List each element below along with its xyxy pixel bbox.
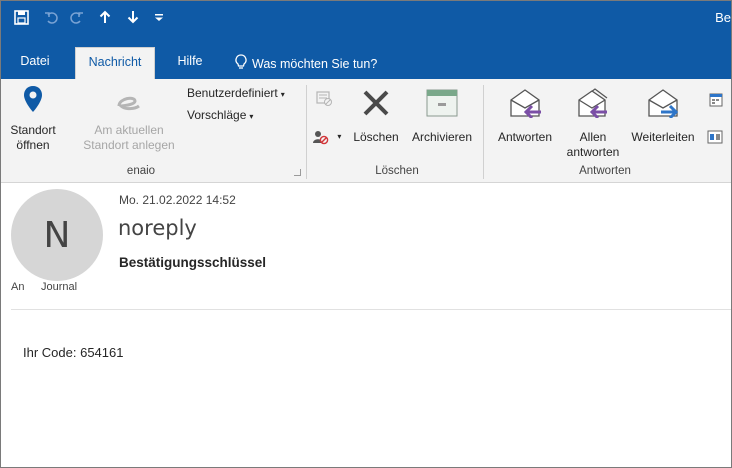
ignore-button[interactable] — [313, 89, 335, 111]
junk-button[interactable]: ▾ — [312, 129, 346, 149]
reply-all-icon — [565, 85, 621, 121]
tab-datei[interactable]: Datei — [15, 47, 55, 79]
undo-icon[interactable] — [39, 5, 63, 29]
forward-icon — [625, 85, 701, 121]
tell-me-label: Was möchten Sie tun? — [252, 56, 378, 71]
message-subject: Bestätigungsschlüssel — [119, 255, 267, 270]
antworten-button[interactable]: Antworten — [490, 85, 560, 145]
arrow-up-icon[interactable] — [93, 5, 117, 29]
standort-oeffnen-button[interactable]: Standort öffnen — [3, 85, 63, 153]
archivieren-label: Archivieren — [411, 130, 473, 144]
enaio-logo-icon — [75, 85, 183, 121]
window-title: Be — [715, 10, 731, 25]
chevron-down-icon: ▾ — [337, 132, 342, 141]
to-label: An — [11, 281, 25, 293]
more-respond-button[interactable] — [707, 129, 731, 149]
lightbulb-icon — [235, 54, 247, 73]
ignore-icon — [315, 91, 333, 110]
vorschlaege-label: Vorschläge — [187, 108, 247, 122]
team-icon — [707, 130, 725, 148]
sender-name[interactable]: noreply — [118, 216, 197, 240]
arrow-down-icon[interactable] — [121, 5, 145, 29]
group-label-enaio: enaio — [126, 165, 156, 177]
meeting-icon — [709, 93, 723, 110]
standort-anlegen-label-1: Am aktuellen — [94, 123, 164, 137]
group-separator — [306, 85, 307, 179]
chevron-down-icon: ▾ — [280, 90, 285, 99]
block-sender-icon — [312, 131, 337, 148]
chevron-down-icon: ▾ — [249, 112, 254, 121]
group-label-antworten: Antworten — [579, 165, 631, 177]
weiterleiten-label: Weiterleiten — [631, 130, 695, 144]
loeschen-button[interactable]: Löschen — [347, 85, 405, 145]
allen-antworten-label-1: Allen — [579, 130, 607, 144]
archive-icon — [407, 85, 477, 121]
standort-anlegen-label-2: Standort anlegen — [83, 138, 175, 152]
standort-oeffnen-label-2: öffnen — [16, 138, 50, 152]
benutzerdefiniert-dropdown[interactable]: Benutzerdefiniert ▾ — [187, 86, 285, 102]
ribbon-tabs: Datei Nachricht Hilfe Was möchten Sie tu… — [1, 35, 731, 79]
archivieren-button[interactable]: Archivieren — [407, 85, 477, 145]
weiterleiten-button[interactable]: Weiterleiten — [625, 85, 701, 145]
vorschlaege-dropdown[interactable]: Vorschläge ▾ — [187, 108, 253, 124]
header-divider — [11, 309, 731, 310]
ribbon: Standort öffnen Am aktuellen Standort an… — [1, 79, 731, 183]
reply-icon — [490, 85, 560, 121]
redo-icon[interactable] — [65, 5, 89, 29]
group-separator — [483, 85, 484, 179]
loeschen-label: Löschen — [353, 130, 399, 144]
standort-oeffnen-label-1: Standort — [10, 123, 56, 137]
delete-x-icon — [347, 85, 405, 121]
map-pin-icon — [3, 85, 63, 121]
benutzerdefiniert-label: Benutzerdefiniert — [187, 86, 278, 100]
meeting-button[interactable] — [707, 93, 725, 111]
to-recipient[interactable]: Journal — [41, 281, 77, 293]
group-label-loeschen: Löschen — [375, 165, 419, 177]
dialog-launcher-icon[interactable] — [294, 169, 301, 176]
standort-anlegen-button[interactable]: Am aktuellen Standort anlegen — [75, 85, 183, 153]
save-icon[interactable] — [9, 5, 33, 29]
tell-me-box[interactable]: Was möchten Sie tun? — [235, 54, 377, 73]
message-body: Ihr Code: 654161 — [23, 345, 124, 360]
avatar: N — [11, 189, 103, 281]
tab-hilfe[interactable]: Hilfe — [169, 47, 211, 79]
antworten-label: Antworten — [497, 130, 553, 144]
message-date: Mo. 21.02.2022 14:52 — [119, 193, 236, 207]
allen-antworten-button[interactable]: Allen antworten — [565, 85, 621, 160]
customize-qat-icon[interactable] — [147, 5, 171, 29]
outlook-message-window: Be Datei Nachricht Hilfe Was möchten Sie… — [0, 0, 732, 468]
title-bar: Be — [1, 1, 731, 35]
tab-nachricht[interactable]: Nachricht — [75, 47, 155, 79]
allen-antworten-label-2: antworten — [566, 145, 620, 159]
